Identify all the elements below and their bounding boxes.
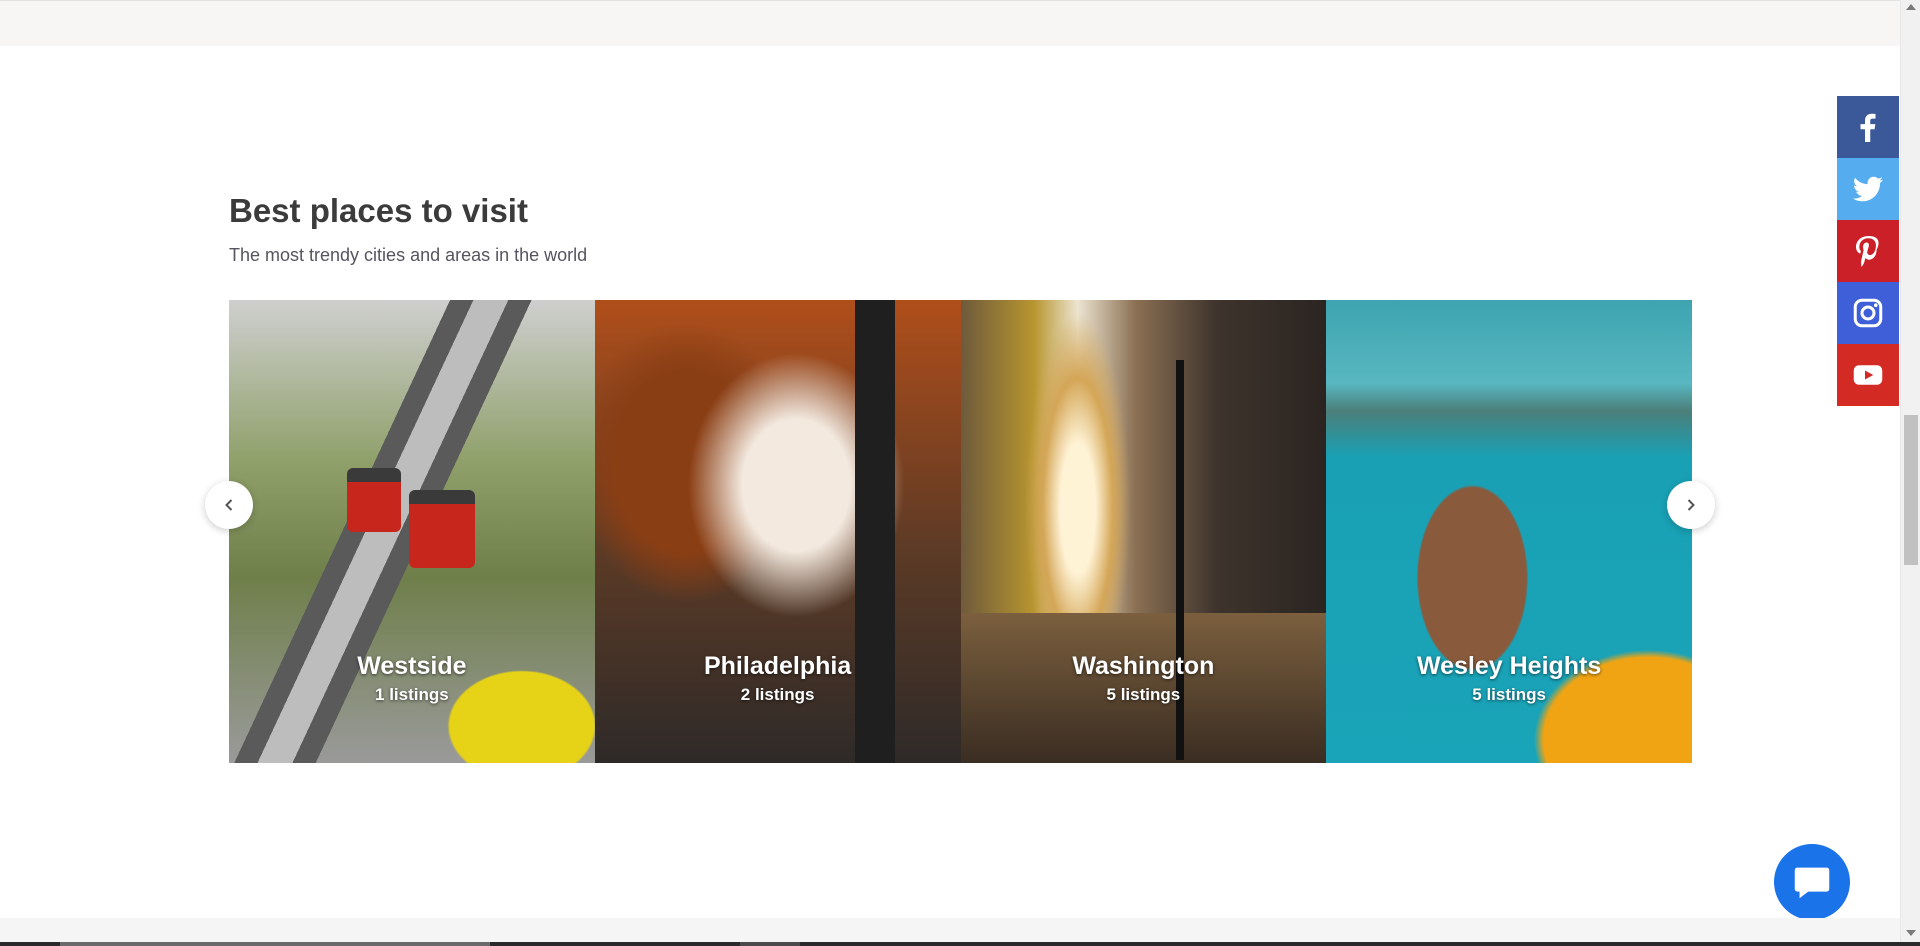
twitter-icon <box>1853 176 1883 202</box>
place-listings: 2 listings <box>740 685 815 704</box>
facebook-button[interactable] <box>1837 96 1899 158</box>
facebook-icon <box>1860 113 1876 142</box>
social-share-bar <box>1837 96 1899 406</box>
place-caption: Washington 5 listings <box>961 652 1327 705</box>
place-listings: 5 listings <box>1472 685 1546 704</box>
bottom-strip <box>0 918 1900 942</box>
youtube-button[interactable] <box>1837 344 1899 406</box>
bottom-taskbar <box>0 942 1920 946</box>
place-card-washington[interactable]: Washington 5 listings <box>960 300 1327 763</box>
tram-image-detail <box>347 468 401 532</box>
section-subtitle: The most trendy cities and areas in the … <box>229 245 588 265</box>
place-listings: 5 listings <box>1106 685 1181 704</box>
taskbar-segment <box>740 942 800 946</box>
tram-image-detail <box>409 490 475 568</box>
place-name: Westside <box>357 652 467 680</box>
place-name: Washington <box>1072 652 1215 680</box>
vertical-scrollbar[interactable] <box>1900 0 1920 942</box>
chevron-left-icon <box>225 499 233 511</box>
scroll-down-icon[interactable] <box>1906 930 1916 936</box>
place-name: Philadelphia <box>703 652 852 680</box>
scroll-up-icon[interactable] <box>1906 4 1916 10</box>
carousel-next-button[interactable] <box>1667 481 1715 529</box>
place-caption: Westside 1 listings <box>229 652 595 705</box>
chat-button[interactable] <box>1774 844 1850 920</box>
top-header-strip <box>0 0 1900 46</box>
carousel-prev-button[interactable] <box>205 481 253 529</box>
place-card-wesley-heights[interactable]: Wesley Heights 5 listings <box>1326 300 1692 763</box>
section-title: Best places to visit <box>229 192 528 229</box>
instagram-button[interactable] <box>1837 282 1899 344</box>
place-listings: 1 listings <box>375 685 449 704</box>
chevron-right-icon <box>1687 499 1695 511</box>
twitter-button[interactable] <box>1837 158 1899 220</box>
chat-bubble-icon <box>1794 867 1830 899</box>
place-caption: Wesley Heights 5 listings <box>1326 652 1692 705</box>
place-caption: Philadelphia 2 listings <box>595 652 961 705</box>
place-card-westside[interactable]: Westside 1 listings <box>229 300 595 763</box>
place-card-philadelphia[interactable]: Philadelphia 2 listings <box>594 300 961 763</box>
pinterest-button[interactable] <box>1837 220 1899 282</box>
places-carousel: Westside 1 listings Philadelphia 2 listi… <box>229 300 1692 763</box>
pinterest-icon <box>1856 236 1879 267</box>
youtube-icon <box>1853 365 1883 385</box>
place-name: Wesley Heights <box>1416 652 1602 680</box>
instagram-icon <box>1853 298 1883 328</box>
taskbar-segment <box>60 942 490 946</box>
scrollbar-thumb[interactable] <box>1904 415 1918 565</box>
